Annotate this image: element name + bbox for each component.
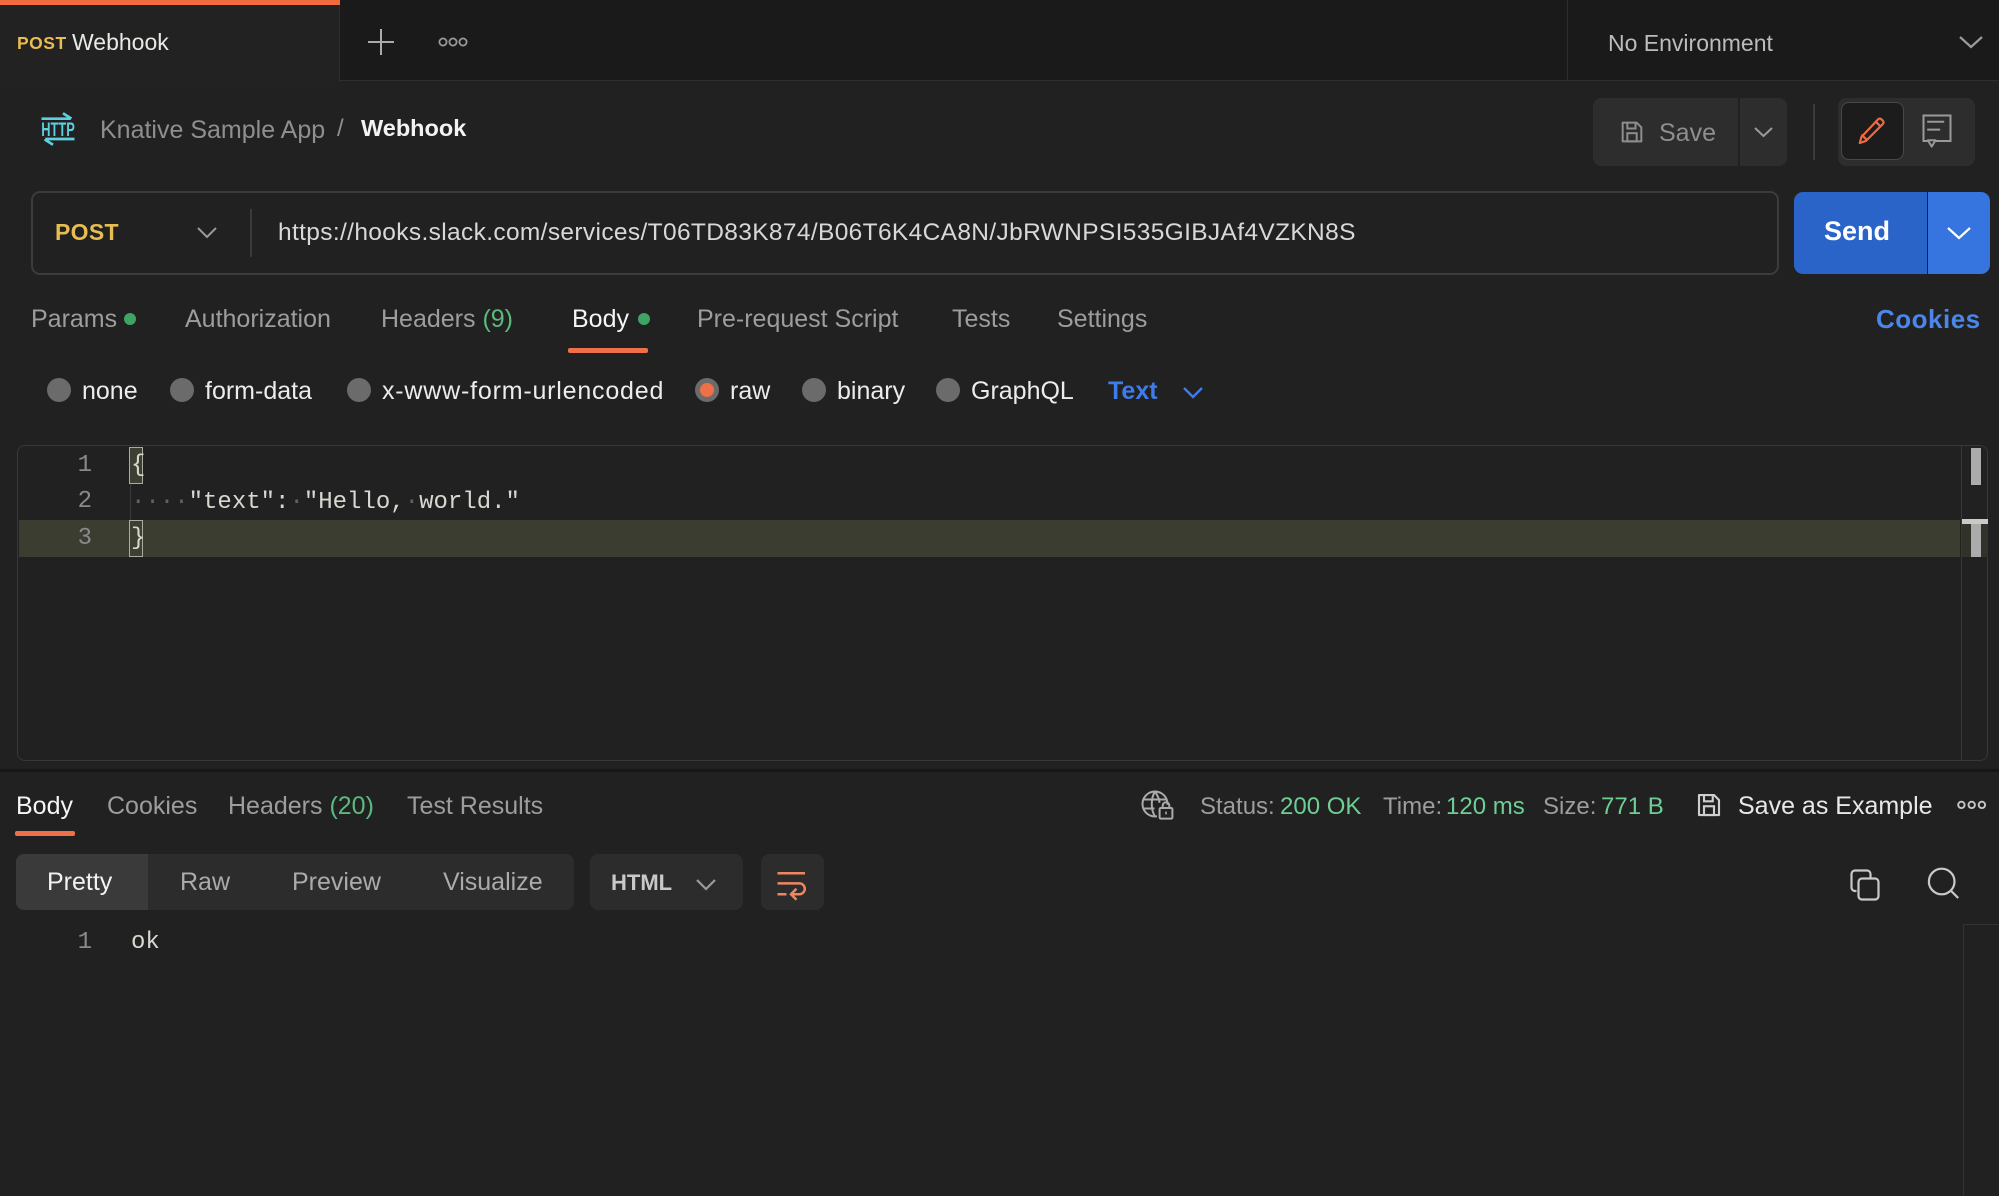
svg-text:HTTP: HTTP <box>41 120 75 141</box>
